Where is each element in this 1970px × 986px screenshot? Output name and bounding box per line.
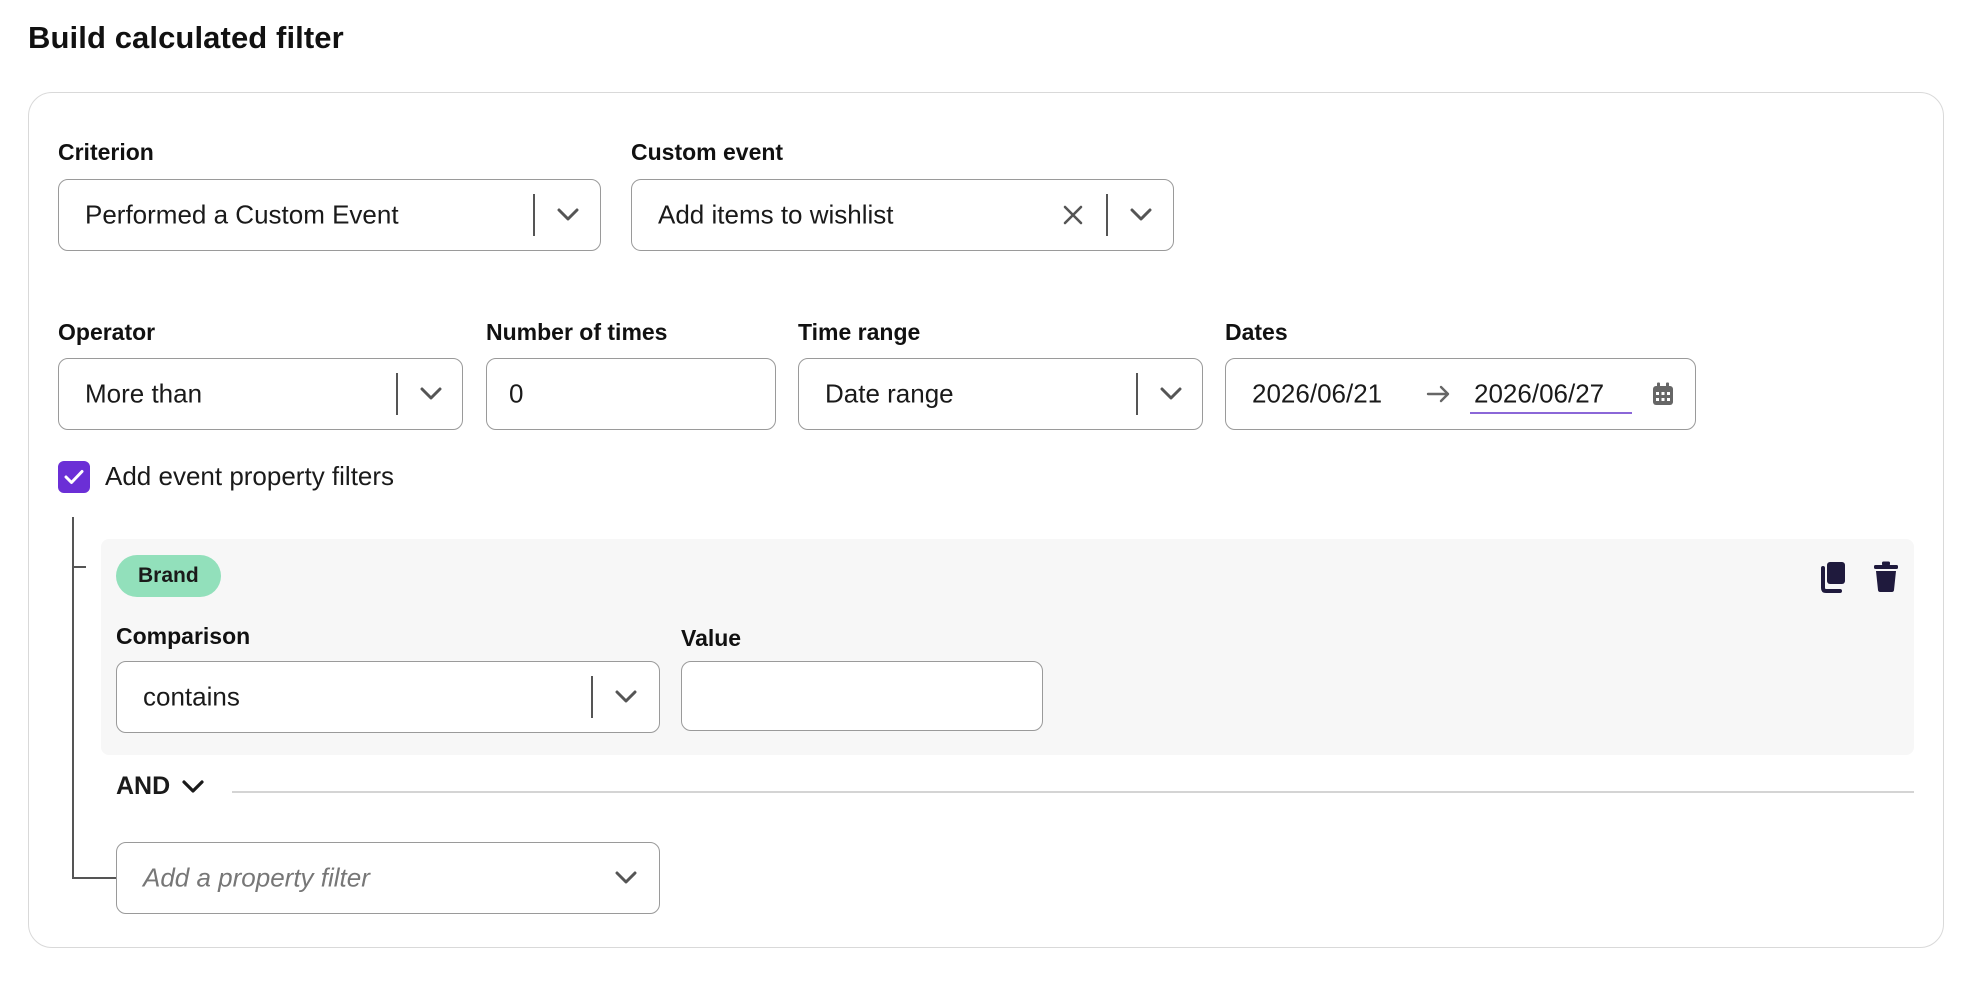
add-property-filter-select[interactable]: Add a property filter xyxy=(116,842,660,914)
select-separator xyxy=(591,676,593,718)
criterion-label: Criterion xyxy=(58,139,154,165)
comparison-select[interactable]: contains xyxy=(116,661,660,733)
logic-operator-label: AND xyxy=(116,772,171,800)
time-range-label: Time range xyxy=(798,319,921,345)
active-date-underline xyxy=(1470,412,1632,414)
page-title: Build calculated filter xyxy=(28,20,344,55)
criterion-value: Performed a Custom Event xyxy=(85,199,399,230)
copy-icon[interactable] xyxy=(1817,559,1849,595)
tree-connector xyxy=(72,566,86,568)
tree-connector xyxy=(72,517,74,879)
chevron-down-icon[interactable] xyxy=(1128,202,1154,228)
chevron-down-icon[interactable] xyxy=(613,865,639,891)
custom-event-select[interactable]: Add items to wishlist xyxy=(631,179,1174,251)
property-badge: Brand xyxy=(116,555,221,597)
calendar-icon[interactable] xyxy=(1650,381,1676,407)
select-separator xyxy=(1106,194,1108,236)
date-range-picker[interactable]: 2026/06/21 2026/06/27 xyxy=(1225,358,1696,430)
custom-event-value: Add items to wishlist xyxy=(658,199,894,230)
chevron-down-icon[interactable] xyxy=(1158,381,1184,407)
chevron-down-icon xyxy=(182,779,204,794)
time-range-value: Date range xyxy=(825,378,954,409)
select-separator xyxy=(533,194,535,236)
chevron-down-icon[interactable] xyxy=(555,202,581,228)
value-input[interactable] xyxy=(681,661,1043,731)
start-date[interactable]: 2026/06/21 xyxy=(1252,379,1382,410)
time-range-select[interactable]: Date range xyxy=(798,358,1203,430)
number-of-times-input[interactable]: 0 xyxy=(486,358,776,430)
close-icon[interactable] xyxy=(1060,202,1086,228)
divider xyxy=(232,791,1914,793)
trash-icon[interactable] xyxy=(1870,559,1902,595)
chevron-down-icon[interactable] xyxy=(613,684,639,710)
operator-label: Operator xyxy=(58,319,156,345)
tree-connector xyxy=(72,877,116,879)
select-separator xyxy=(396,373,398,415)
arrow-right-icon xyxy=(1424,381,1454,407)
operator-value: More than xyxy=(85,378,203,409)
end-date[interactable]: 2026/06/27 xyxy=(1474,379,1604,410)
add-property-filter-placeholder: Add a property filter xyxy=(143,862,370,893)
event-property-filters-checkbox[interactable] xyxy=(58,461,90,493)
chevron-down-icon[interactable] xyxy=(418,381,444,407)
comparison-value: contains xyxy=(143,681,240,712)
logic-operator-toggle[interactable]: AND xyxy=(116,772,204,801)
number-of-times-label: Number of times xyxy=(486,319,668,345)
number-of-times-value: 0 xyxy=(509,378,524,409)
criterion-select[interactable]: Performed a Custom Event xyxy=(58,179,601,251)
event-property-filters-label: Add event property filters xyxy=(105,461,395,491)
dates-label: Dates xyxy=(1225,319,1288,345)
value-label: Value xyxy=(681,625,742,651)
operator-select[interactable]: More than xyxy=(58,358,463,430)
select-separator xyxy=(1136,373,1138,415)
comparison-label: Comparison xyxy=(116,623,251,649)
custom-event-label: Custom event xyxy=(631,139,784,165)
